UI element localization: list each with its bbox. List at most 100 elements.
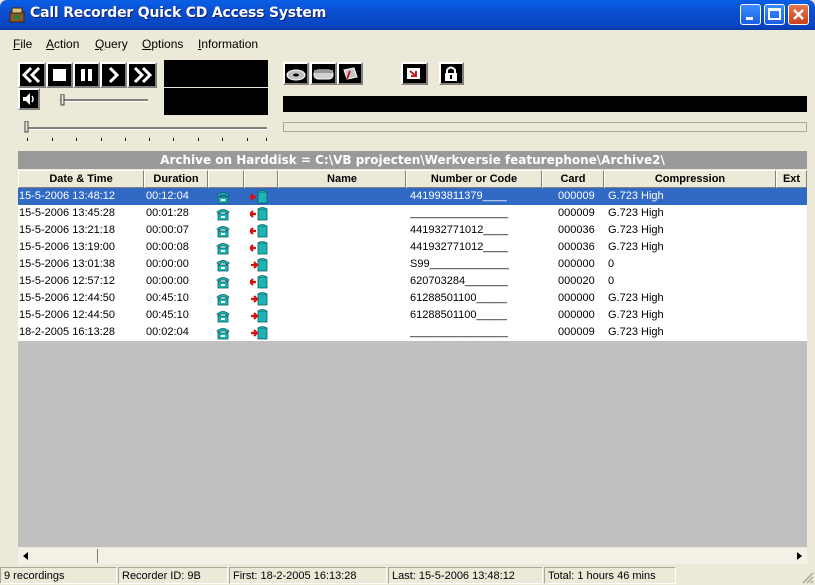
window-title: Call Recorder Quick CD Access System [30,5,327,21]
export-button[interactable] [401,62,428,85]
export-icon [407,68,420,79]
maximize-icon [768,8,781,20]
drive-button[interactable] [310,62,337,85]
resize-grip-icon[interactable] [801,571,814,584]
phone-icon [215,326,231,343]
menu-action[interactable]: Action [46,37,79,51]
cell-datetime: 15-5-2006 13:45:28 [19,207,116,219]
column-duration[interactable]: Duration [144,170,208,188]
table-row[interactable]: 15-5-2006 12:44:50 00:45:10 61288501100___… [18,307,807,324]
cell-duration: 00:00:00 [146,258,189,270]
column-name[interactable]: Name [278,170,406,188]
table-row[interactable]: 15-5-2006 13:45:28 00:01:28 ______________… [18,205,807,222]
horizontal-scrollbar[interactable] [18,548,807,564]
cell-card: 000000 [558,292,595,304]
pause-button[interactable] [73,62,100,88]
column-card[interactable]: Card [542,170,604,188]
cell-number: 441993811379____ [410,190,508,202]
status-first: First: 18-2-2005 16:13:28 [229,567,387,584]
column-ext[interactable]: Ext [776,170,807,188]
table-row[interactable]: 18-2-2005 16:13:28 00:02:04 ______________… [18,324,807,341]
lock-button[interactable] [439,62,464,85]
volume-slider-thumb[interactable] [60,94,66,106]
cell-compression: G.723 High [608,224,664,236]
cell-number: 441932771012____ [410,224,508,236]
close-icon [793,9,804,20]
column-date-time[interactable]: Date & Time [18,170,144,188]
table-row[interactable]: 15-5-2006 12:44:50 00:45:10 61288501100___… [18,290,807,307]
title-bar[interactable]: Call Recorder Quick CD Access System [0,0,815,30]
menu-file[interactable]: File [13,37,32,51]
play-button[interactable] [100,62,127,88]
drive-icon [313,69,334,80]
position-slider-thumb[interactable] [24,121,30,133]
cell-compression: G.723 High [608,190,664,202]
cell-card: 000009 [558,326,595,338]
cell-duration: 00:00:08 [146,241,189,253]
disc-button[interactable] [283,62,309,85]
scroll-right-button[interactable] [791,548,807,564]
menu-information[interactable]: Information [198,37,258,51]
cell-number: 61288501100_____ [410,292,508,304]
cell-datetime: 15-5-2006 13:21:18 [19,224,116,236]
status-recorder-id: Recorder ID: 9B [118,567,228,584]
menu-options[interactable]: Options [142,37,183,51]
cell-duration: 00:01:28 [146,207,189,219]
table-row[interactable]: 15-5-2006 13:01:38 00:00:00 S99___________… [18,256,807,273]
recordings-grid[interactable]: Date & Time Duration Name Number or Code… [18,170,807,547]
column-call-icon[interactable] [208,170,244,188]
stop-icon [53,69,66,81]
table-row[interactable]: 15-5-2006 13:48:12 00:12:04 441993811379__… [18,188,807,205]
table-row[interactable]: 15-5-2006 13:21:18 00:00:07 441932771012__… [18,222,807,239]
speaker-icon [23,93,34,105]
volume-button[interactable] [18,88,40,110]
minimize-button[interactable] [740,4,761,25]
cell-number: 61288501100_____ [410,309,508,321]
message-display [283,96,807,112]
table-row[interactable]: 15-5-2006 12:57:12 00:00:00 620703284_____… [18,273,807,290]
maximize-button[interactable] [764,4,785,25]
outgoing-call-icon [250,326,268,343]
cell-duration: 00:12:04 [146,190,189,202]
close-button[interactable] [788,4,809,25]
column-number[interactable]: Number or Code [406,170,542,188]
archive-path-header: Archive on Harddisk = C:\VB projecten\We… [18,151,807,169]
arrow-right-icon [797,552,802,560]
cell-compression: G.723 High [608,326,664,338]
fast-forward-button[interactable] [127,62,157,88]
rewind-button[interactable] [18,62,46,88]
volume-slider[interactable] [60,99,148,102]
column-compression[interactable]: Compression [604,170,776,188]
eraser-button[interactable] [337,62,363,85]
info-display [164,88,268,115]
cell-compression: G.723 High [608,292,664,304]
status-recording-count: 9 recordings [0,567,117,584]
cell-datetime: 18-2-2005 16:13:28 [19,326,116,338]
app-icon [9,7,25,23]
lock-icon [445,66,457,81]
disc-icon [286,69,306,81]
cell-card: 000036 [558,241,595,253]
arrow-left-icon [23,552,28,560]
cell-datetime: 15-5-2006 13:19:00 [19,241,116,253]
cell-card: 000036 [558,224,595,236]
cell-compression: 0 [608,258,615,270]
cell-compression: G.723 High [608,207,664,219]
position-slider[interactable] [27,127,267,130]
menu-query[interactable]: Query [95,37,128,51]
eraser-icon [343,67,358,80]
table-row[interactable]: 15-5-2006 13:19:00 00:00:08 441932771012__… [18,239,807,256]
cell-card: 000009 [558,190,595,202]
scroll-left-button[interactable] [18,548,34,564]
column-direction[interactable] [244,170,278,188]
cell-compression: G.723 High [608,241,664,253]
pause-icon [81,69,92,81]
stop-button[interactable] [46,62,73,88]
scroll-thumb[interactable] [35,549,98,563]
cell-number: ________________ [410,207,508,219]
cell-duration: 00:00:07 [146,224,189,236]
cell-duration: 00:02:04 [146,326,189,338]
cell-compression: 0 [608,275,615,287]
cell-datetime: 15-5-2006 13:01:38 [19,258,116,270]
cell-duration: 00:45:10 [146,292,189,304]
